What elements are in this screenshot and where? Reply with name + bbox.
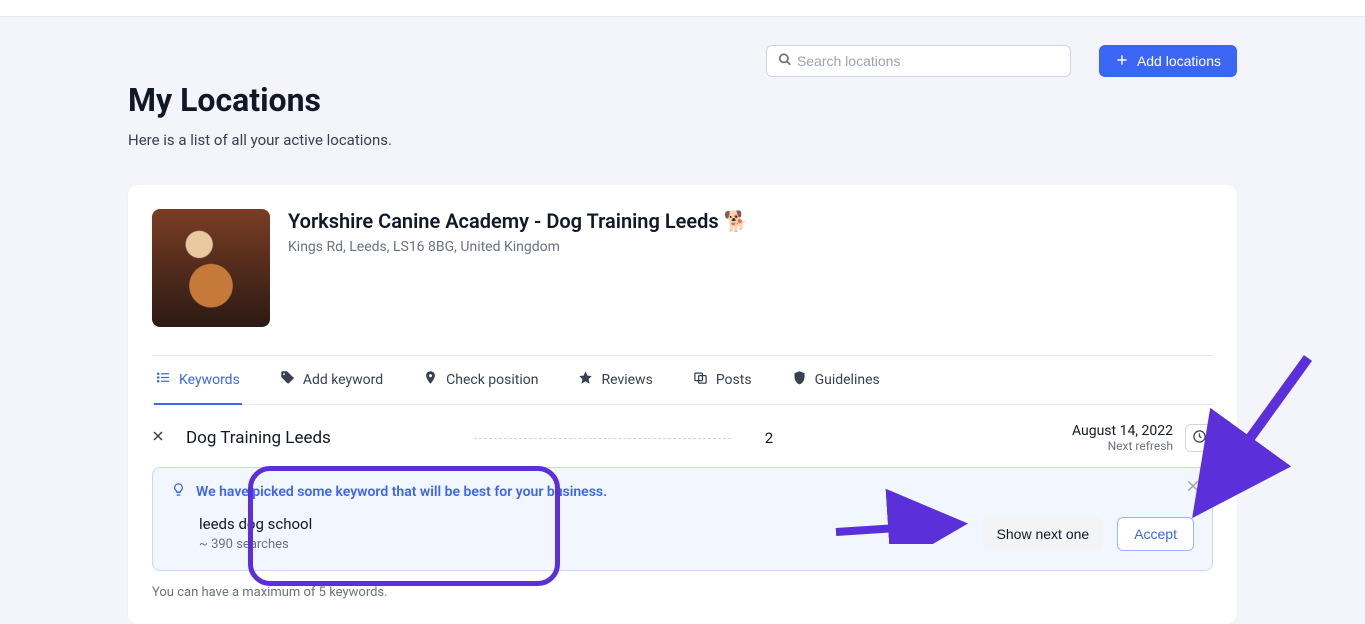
tab-label: Posts: [716, 372, 752, 388]
tab-label: Guidelines: [815, 372, 880, 388]
post-icon: [693, 370, 708, 389]
tab-guidelines[interactable]: Guidelines: [790, 356, 882, 405]
tab-label: Reviews: [601, 372, 652, 388]
tab-reviews[interactable]: Reviews: [576, 356, 654, 405]
suggested-keyword: leeds dog school: [199, 515, 312, 533]
suggestion-headline: We have picked some keyword that will be…: [196, 484, 607, 500]
refresh-button[interactable]: [1185, 424, 1213, 452]
show-next-button[interactable]: Show next one: [983, 517, 1104, 551]
add-locations-label: Add locations: [1137, 53, 1221, 69]
search-icon: [778, 52, 792, 71]
list-icon: [156, 370, 171, 389]
tab-check-position[interactable]: Check position: [421, 356, 540, 405]
keyword-date-sub: Next refresh: [1072, 439, 1173, 453]
tag-icon: [280, 370, 295, 389]
keyword-divider: [474, 438, 731, 439]
location-name: Yorkshire Canine Academy - Dog Training …: [288, 209, 749, 233]
shield-icon: [792, 370, 807, 389]
clock-refresh-icon: [1192, 429, 1207, 447]
tab-label: Check position: [446, 372, 538, 388]
suggested-keyword-searches: ~ 390 searches: [199, 537, 312, 552]
accept-button[interactable]: Accept: [1117, 517, 1194, 551]
search-locations-wrap: [766, 45, 1071, 77]
page-subtitle: Here is a list of all your active locati…: [128, 131, 1237, 149]
tab-label: Add keyword: [303, 372, 383, 388]
keyword-date: August 14, 2022: [1072, 423, 1173, 439]
location-card: Yorkshire Canine Academy - Dog Training …: [128, 185, 1237, 624]
location-address: Kings Rd, Leeds, LS16 8BG, United Kingdo…: [288, 239, 749, 255]
tab-keywords[interactable]: Keywords: [154, 356, 242, 405]
pin-icon: [423, 370, 438, 389]
keyword-row: Dog Training Leeds 2 August 14, 2022 Nex…: [152, 405, 1213, 467]
star-icon: [578, 370, 593, 389]
tabs: Keywords Add keyword Check position Revi…: [152, 355, 1213, 405]
keyword-suggestion-panel: We have picked some keyword that will be…: [152, 467, 1213, 571]
page-title: My Locations: [128, 81, 1237, 119]
tab-label: Keywords: [179, 372, 240, 388]
lightbulb-icon: [171, 482, 186, 501]
tab-add-keyword[interactable]: Add keyword: [278, 356, 385, 405]
tab-posts[interactable]: Posts: [691, 356, 754, 405]
close-suggestion-button[interactable]: [1186, 478, 1200, 497]
location-thumbnail: [152, 209, 270, 327]
plus-icon: [1115, 53, 1129, 70]
top-bar: [0, 0, 1365, 17]
keyword-limit-note: You can have a maximum of 5 keywords.: [152, 585, 1213, 600]
keyword-rank: 2: [759, 429, 779, 447]
search-locations-input[interactable]: [766, 45, 1071, 77]
keyword-name: Dog Training Leeds: [186, 428, 446, 448]
add-locations-button[interactable]: Add locations: [1099, 45, 1237, 77]
remove-keyword-button[interactable]: [152, 430, 168, 446]
